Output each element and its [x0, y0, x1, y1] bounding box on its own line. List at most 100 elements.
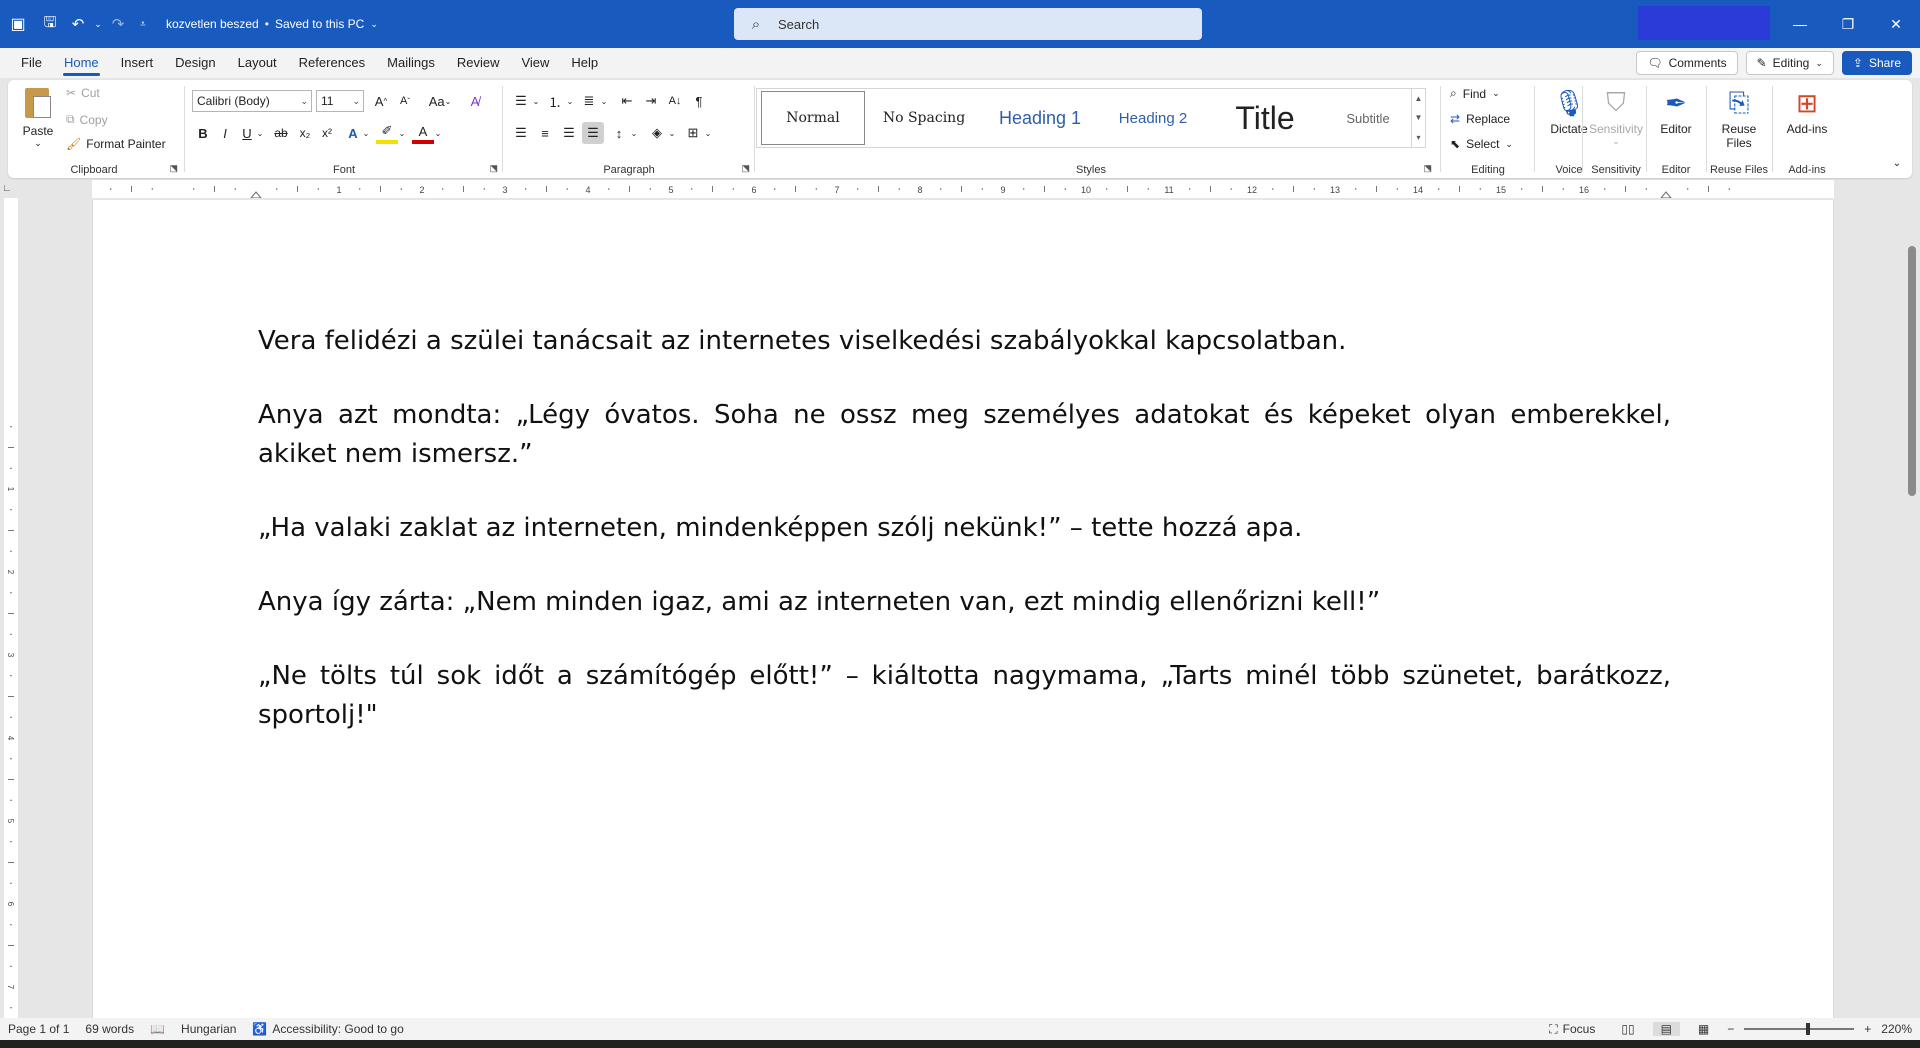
pencil-icon: ✎ — [1756, 56, 1767, 70]
styles-scroll[interactable]: ▲ ▼ ▾ — [1411, 89, 1425, 147]
proofing-icon[interactable]: 📖 — [142, 1022, 173, 1036]
find-button[interactable]: ⌕ Find ⌄ — [1450, 86, 1500, 101]
reuse-files-button[interactable]: ⎘ Reuse Files — [1710, 86, 1768, 150]
chevron-down-icon: ⌄ — [1505, 138, 1513, 149]
tab-design[interactable]: Design — [164, 48, 226, 78]
cursor-icon: ⬉ — [1450, 137, 1461, 151]
editor-button-label: Editor — [1660, 122, 1692, 136]
save-icon[interactable]: 🖫 — [36, 0, 64, 48]
word-count[interactable]: 69 words — [77, 1022, 142, 1036]
accessibility-icon: ♿ — [252, 1022, 268, 1036]
customize-toolbar-icon[interactable]: ⩡ — [132, 0, 154, 48]
ruler-number: 4 — [6, 736, 15, 741]
more-styles-icon[interactable]: ▾ — [1416, 133, 1420, 142]
select-label: Select — [1466, 137, 1500, 151]
document-body[interactable]: Vera felidézi a szülei tanácsait az inte… — [258, 322, 1671, 770]
tab-review[interactable]: Review — [446, 48, 511, 78]
tab-file[interactable]: File — [10, 48, 53, 78]
search-icon: ⌕ — [1450, 86, 1457, 100]
web-layout-icon[interactable]: ▦ — [1690, 1022, 1717, 1036]
style-heading-1[interactable]: Heading 1 — [983, 91, 1097, 145]
undo-dropdown-icon[interactable]: ⌄ — [92, 0, 104, 48]
editing-label: Editing — [1772, 56, 1810, 70]
ruler-number: 15 — [1496, 185, 1506, 195]
style-normal[interactable]: Normal — [761, 91, 865, 145]
scrollbar-thumb[interactable] — [1908, 246, 1916, 496]
tab-mailings[interactable]: Mailings — [376, 48, 446, 78]
ruler-number: 3 — [502, 185, 507, 195]
style-no-spacing[interactable]: No Spacing — [869, 91, 979, 145]
vertical-ruler[interactable]: 1 2 3 4 5 6 7 — [0, 198, 22, 1018]
chevron-down-icon: ⌄ — [1492, 88, 1500, 98]
tab-references[interactable]: References — [288, 48, 376, 78]
focus-label: Focus — [1562, 1022, 1596, 1036]
styles-gallery: Normal No Spacing Heading 1 Heading 2 Ti… — [756, 88, 1426, 148]
word-app-icon[interactable]: ▣ — [0, 0, 36, 48]
document-title[interactable]: kozvetlen beszed • Saved to this PC ⌄ — [166, 17, 378, 31]
ruler-number: 5 — [668, 185, 673, 195]
zoom-out-button[interactable]: − — [1727, 1022, 1734, 1036]
vertical-ruler-ticks: 1 2 3 4 5 6 7 — [6, 426, 15, 1009]
addins-button-label: Add-ins — [1786, 122, 1828, 136]
tab-view[interactable]: View — [510, 48, 560, 78]
collapse-ribbon-icon[interactable]: ⌄ — [1886, 152, 1908, 174]
dialog-launcher-icon[interactable]: ⬔ — [1423, 163, 1432, 174]
paragraph-1[interactable]: Vera felidézi a szülei tanácsait az inte… — [258, 322, 1671, 361]
focus-button[interactable]: ⛶ Focus — [1541, 1022, 1603, 1037]
share-button[interactable]: ⇪ Share — [1841, 51, 1912, 75]
ruler-number: 9 — [1000, 185, 1005, 195]
ruler-number: 5 — [6, 819, 15, 824]
vertical-scrollbar[interactable] — [1904, 198, 1920, 1018]
reuse-files-icon: ⎘ — [1728, 87, 1750, 117]
style-title[interactable]: Title — [1209, 91, 1321, 145]
addins-button[interactable]: ⊞ Add-ins — [1778, 86, 1836, 137]
style-heading-2[interactable]: Heading 2 — [1101, 91, 1205, 145]
search-box[interactable]: ⌕ Search — [734, 8, 1202, 40]
read-mode-icon[interactable]: ▯▯ — [1613, 1022, 1642, 1036]
comments-label: Comments — [1668, 56, 1727, 70]
select-button[interactable]: ⬉ Select ⌄ — [1450, 137, 1513, 151]
editing-group: ⌕ Find ⌄ ⇄ Replace ⬉ Select ⌄ Editing — [1444, 80, 1532, 178]
restore-button[interactable]: ❐ — [1824, 0, 1872, 48]
zoom-slider-knob[interactable] — [1806, 1023, 1811, 1035]
chevron-down-icon[interactable]: ▼ — [1415, 113, 1423, 122]
replace-button[interactable]: ⇄ Replace — [1450, 112, 1510, 126]
title-bar: ▣ 🖫 ↶ ⌄ ↷ ⩡ kozvetlen beszed • Saved to … — [0, 0, 1920, 48]
zoom-in-button[interactable]: + — [1864, 1022, 1871, 1036]
undo-icon[interactable]: ↶ — [64, 0, 92, 48]
right-indent-marker[interactable] — [1660, 191, 1672, 198]
paragraph-2[interactable]: Anya azt mondta: „Légy óvatos. Soha ne o… — [258, 396, 1671, 474]
ruler-ticks: 1 2 3 4 5 6 7 8 9 10 11 12 13 14 15 16 — [110, 185, 1730, 198]
account-area[interactable] — [1638, 6, 1770, 40]
ruler-number: 1 — [336, 185, 341, 195]
reuse-files-line2: Files — [1726, 136, 1752, 150]
document-page[interactable]: Vera felidézi a szülei tanácsait az inte… — [92, 200, 1834, 1018]
accessibility-status[interactable]: ♿ Accessibility: Good to go — [244, 1022, 411, 1036]
tab-layout[interactable]: Layout — [227, 48, 288, 78]
tab-home[interactable]: Home — [53, 48, 110, 78]
redo-icon[interactable]: ↷ — [104, 0, 132, 48]
ruler-number: 14 — [1413, 185, 1423, 195]
editing-mode-button[interactable]: ✎ Editing ⌄ — [1745, 51, 1834, 75]
zoom-slider[interactable] — [1744, 1023, 1855, 1035]
style-subtitle[interactable]: Subtitle — [1325, 91, 1411, 145]
ruler-number: 2 — [419, 185, 424, 195]
editor-button[interactable]: ✒ Editor — [1650, 86, 1702, 137]
zoom-level[interactable]: 220% — [1881, 1022, 1912, 1036]
paragraph-5[interactable]: „Ne tölts túl sok időt a számítógép előt… — [258, 657, 1671, 735]
sensitivity-button[interactable]: ⛉ Sensitivity ⌄ — [1586, 86, 1646, 147]
close-button[interactable]: ✕ — [1872, 0, 1920, 48]
chevron-up-icon[interactable]: ▲ — [1415, 94, 1423, 103]
horizontal-ruler[interactable]: ∟ 1 2 3 4 5 6 7 8 9 10 11 12 13 14 15 16 — [0, 180, 1920, 198]
minimize-button[interactable]: — — [1776, 0, 1824, 48]
tab-insert[interactable]: Insert — [110, 48, 165, 78]
comments-button[interactable]: 🗨 Comments — [1636, 51, 1738, 75]
language[interactable]: Hungarian — [173, 1022, 244, 1036]
paragraph-3[interactable]: „Ha valaki zaklat az interneten, mindenk… — [258, 509, 1671, 548]
print-layout-icon[interactable]: ▤ — [1652, 1022, 1680, 1036]
left-indent-marker[interactable] — [250, 191, 262, 198]
page-count[interactable]: Page 1 of 1 — [0, 1022, 77, 1036]
accessibility-label: Accessibility: Good to go — [272, 1022, 404, 1036]
paragraph-4[interactable]: Anya így zárta: „Nem minden igaz, ami az… — [258, 583, 1671, 622]
tab-help[interactable]: Help — [560, 48, 609, 78]
